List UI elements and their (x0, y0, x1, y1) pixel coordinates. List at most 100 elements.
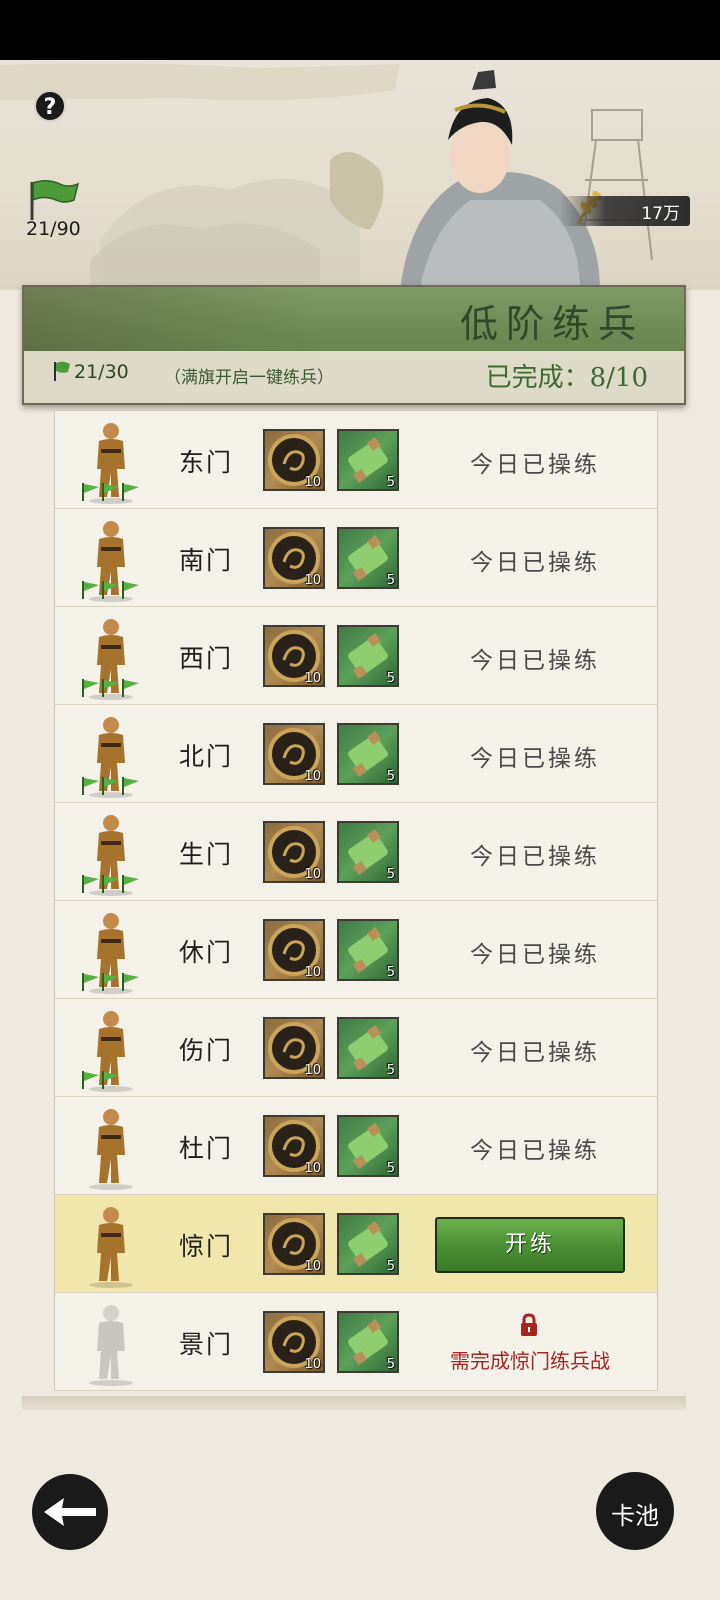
scroll-count: 5 (386, 573, 395, 588)
trained-status: 今日已操练 (470, 452, 600, 478)
gate-name: 杜门 (179, 1134, 234, 1163)
banner-title: 低阶练兵 (459, 302, 644, 346)
soldier-icon (82, 619, 139, 700)
scroll-reward[interactable]: 5 (337, 625, 399, 687)
soldier-icon (82, 423, 139, 504)
scroll-reward[interactable]: 5 (337, 527, 399, 589)
card-pool-label: 卡池 (611, 1502, 659, 1530)
trained-status: 今日已操练 (470, 648, 600, 674)
coin-count: 10 (304, 573, 321, 588)
card-pool-button[interactable]: 卡池 (592, 1468, 678, 1554)
coin-reward[interactable]: 10 (263, 1017, 325, 1079)
scroll-reward[interactable]: 5 (337, 821, 399, 883)
coin-reward[interactable]: 10 (263, 1115, 325, 1177)
scroll-reward[interactable]: 5 (337, 1017, 399, 1079)
coin-count: 10 (304, 475, 321, 490)
scroll-count: 5 (386, 1161, 395, 1176)
coin-reward[interactable]: 10 (263, 723, 325, 785)
soldier-icon (82, 815, 139, 896)
gate-name: 北门 (179, 742, 234, 771)
coin-count: 10 (304, 1161, 321, 1176)
banner-flag-progress: 21/30 (74, 361, 129, 383)
coin-reward[interactable]: 10 (263, 919, 325, 981)
coin-reward[interactable]: 10 (263, 527, 325, 589)
back-button[interactable] (28, 1470, 112, 1554)
soldier-icon (82, 717, 139, 798)
small-flag-icon (54, 361, 70, 381)
gate-name: 景门 (179, 1330, 234, 1359)
scroll-reward[interactable]: 5 (337, 919, 399, 981)
green-flag-icon (30, 180, 80, 220)
gate-row: 生门 10 5 今日已操练 (55, 803, 657, 901)
soldier-icon (82, 1011, 133, 1092)
scroll-count: 5 (386, 1063, 395, 1078)
list-bottom-edge (22, 1396, 686, 1410)
coin-count: 10 (304, 1063, 321, 1078)
trained-status: 今日已操练 (470, 746, 600, 772)
scroll-reward[interactable]: 5 (337, 1311, 399, 1373)
scroll-reward[interactable]: 5 (337, 429, 399, 491)
scroll-count: 5 (386, 475, 395, 490)
back-arrow-icon (32, 1474, 108, 1550)
coin-reward[interactable]: 10 (263, 1213, 325, 1275)
scroll-count: 5 (386, 671, 395, 686)
coin-count: 10 (304, 867, 321, 882)
coin-reward[interactable]: 10 (263, 625, 325, 687)
scroll-count: 5 (386, 1357, 395, 1372)
trained-status: 今日已操练 (470, 550, 600, 576)
gate-row: 杜门 10 5 今日已操练 (55, 1097, 657, 1195)
coin-reward[interactable]: 10 (263, 821, 325, 883)
soldier-icon (82, 521, 139, 602)
lock-icon (521, 1313, 537, 1336)
soldier-icon (82, 913, 139, 994)
gate-row: 伤门 10 5 今日已操练 (55, 999, 657, 1097)
gate-name: 生门 (179, 840, 234, 869)
coin-count: 10 (304, 1259, 321, 1274)
scroll-reward[interactable]: 5 (337, 1213, 399, 1275)
gate-name: 休门 (179, 938, 234, 967)
gate-name: 南门 (179, 546, 234, 575)
training-banner: 低阶练兵 21/30 （满旗开启一键练兵） 已完成：8/10 (22, 285, 686, 405)
gate-name: 伤门 (179, 1036, 234, 1065)
gate-row: 西门 10 5 今日已操练 (55, 607, 657, 705)
gate-row: 休门 10 5 今日已操练 (55, 901, 657, 999)
gate-row[interactable]: 惊门 10 5 开练 (55, 1195, 657, 1293)
locked-requirement: 需完成惊门练兵战 (450, 1349, 610, 1373)
hero-artwork (0, 60, 720, 290)
status-bar (0, 0, 720, 60)
coin-reward[interactable]: 10 (263, 429, 325, 491)
scroll-count: 5 (386, 1259, 395, 1274)
soldier-icon (89, 1109, 133, 1190)
power-value: 17万 (641, 204, 680, 224)
hero-illustration (0, 63, 653, 290)
soldier-icon (89, 1207, 133, 1288)
trained-status: 今日已操练 (470, 844, 600, 870)
gate-name: 西门 (179, 644, 234, 673)
power-bar: 17万 (560, 196, 690, 226)
scroll-count: 5 (386, 769, 395, 784)
scroll-count: 5 (386, 965, 395, 980)
scroll-count: 5 (386, 867, 395, 882)
trained-status: 今日已操练 (470, 1138, 600, 1164)
coin-count: 10 (304, 671, 321, 686)
help-button[interactable]: ? (34, 90, 66, 122)
gate-name: 东门 (179, 448, 234, 477)
completed-progress: 已完成：8/10 (485, 363, 648, 393)
scroll-reward[interactable]: 5 (337, 723, 399, 785)
gate-list: 东门 10 5 今日已操练 南门 10 5 今日已操练 西门 10 5 今日已操练 北门 10 5 今日已操练… (54, 410, 658, 1391)
start-training-button[interactable]: 开练 (435, 1217, 625, 1273)
banner-hint: （满旗开启一键练兵） (164, 368, 334, 388)
gate-row: 南门 10 5 今日已操练 (55, 509, 657, 607)
scroll-reward[interactable]: 5 (337, 1115, 399, 1177)
coin-count: 10 (304, 1357, 321, 1372)
flag-counter: 21/90 (22, 178, 92, 248)
coin-reward[interactable]: 10 (263, 1311, 325, 1373)
gate-row: 景门 10 5 需完成惊门练兵战 (55, 1293, 657, 1391)
gate-name: 惊门 (179, 1232, 234, 1261)
coin-count: 10 (304, 965, 321, 980)
gate-row: 北门 10 5 今日已操练 (55, 705, 657, 803)
gate-row: 东门 10 5 今日已操练 (55, 411, 657, 509)
soldier-icon (89, 1305, 133, 1386)
flag-count: 21/90 (26, 218, 81, 240)
trained-status: 今日已操练 (470, 1040, 600, 1066)
